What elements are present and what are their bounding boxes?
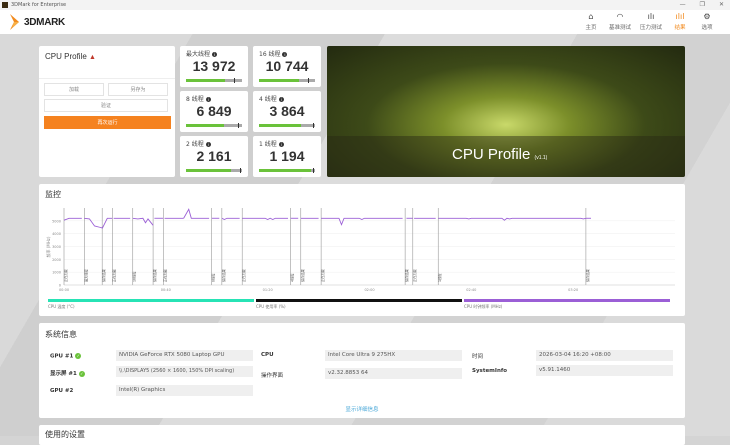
system-info-panel: 系统信息 GPU #1 ✓ NVIDIA GeForce RTX 5080 La…: [39, 323, 685, 418]
x-tick-label: 00:00: [59, 288, 69, 292]
cpu-clock-line: [132, 217, 154, 226]
cpu-clock-line: [63, 217, 82, 221]
systeminfo-value: v5.91.1460: [536, 365, 673, 376]
cpu-clock-line: [438, 217, 587, 221]
cpu-clock-line: [183, 208, 210, 219]
y-tick-label: 1000: [52, 271, 61, 275]
x-tick-label: 01:20: [263, 288, 273, 292]
os-value: v2.32.8853 64: [325, 368, 462, 379]
gpu2-label: GPU #2: [50, 388, 74, 394]
cpu-clock-line: [242, 217, 289, 221]
display-label: 显示屏 #1 ✓: [50, 369, 85, 377]
event-marker-label: 保存结果: [300, 268, 305, 282]
y-tick-label: 5000: [52, 219, 61, 223]
legend-label: CPU 温度 (°C): [48, 304, 75, 309]
cpu-clock-line: [221, 217, 240, 221]
settings-panel: 使用的设置: [39, 425, 685, 445]
legend-label: CPU 时钟频率 (MHz): [464, 304, 503, 309]
check-icon: ✓: [75, 353, 82, 359]
display-label-text: 显示屏 #1: [50, 371, 77, 377]
systeminfo-label: SystemInfo: [472, 368, 508, 374]
system-info-title: 系统信息: [45, 330, 77, 339]
y-tick-label: 3000: [52, 245, 61, 249]
event-marker-label: 16线程: [132, 271, 137, 282]
gpu1-label-text: GPU #1: [50, 353, 74, 360]
gpu1-label: GPU #1 ✓: [50, 353, 82, 360]
event-marker-label: 正在加载: [111, 268, 116, 282]
event-marker-label: 1线程: [437, 273, 442, 282]
gpu2-value: Intel(R) Graphics: [116, 385, 253, 396]
cpu-clock-line: [321, 217, 403, 226]
legend-label: CPU 使用率 (%): [256, 304, 286, 309]
legend-bar[interactable]: [48, 299, 254, 302]
settings-title: 使用的设置: [45, 430, 85, 439]
display-value: \\.\DISPLAY5 (2560 × 1600, 150% DPI scal…: [116, 366, 253, 377]
gpu1-value: NVIDIA GeForce RTX 5080 Laptop GPU: [116, 350, 253, 361]
cpu-label: CPU: [261, 352, 274, 358]
os-label: 操作界面: [261, 373, 284, 379]
y-tick-label: 2000: [52, 258, 61, 262]
x-tick-label: 02:40: [466, 288, 476, 292]
x-tick-label: 00:40: [161, 288, 171, 292]
event-marker-label: 正在加载: [162, 268, 167, 282]
x-tick-label: 02:00: [364, 288, 374, 292]
cpu-clock-line: [101, 217, 113, 229]
y-tick-label: 4000: [52, 232, 61, 236]
cpu-value: Intel Core Ultra 9 275HX: [325, 350, 462, 361]
x-tick-label: 03:20: [568, 288, 578, 292]
legend-bar[interactable]: [256, 299, 462, 302]
event-marker-label: 最大线程: [83, 268, 88, 282]
event-marker-label: 保存结果: [404, 268, 409, 282]
event-marker-label: 正在加载: [63, 268, 68, 282]
event-marker-label: 8线程: [211, 273, 216, 282]
legend-bar[interactable]: [464, 299, 670, 302]
time-label: 时间: [472, 354, 484, 360]
event-marker-label: 保存结果: [152, 268, 157, 282]
show-details-link[interactable]: 显示详细信息: [39, 405, 685, 413]
event-marker-label: 正在加载: [412, 268, 417, 282]
cpu-clock-line: [84, 217, 103, 229]
event-marker-label: 正在加载: [320, 268, 325, 282]
event-marker-label: 保存结果: [101, 268, 106, 282]
check-icon: ✓: [78, 370, 85, 377]
y-axis-label: 频率 (MHz): [45, 236, 51, 257]
event-marker-label: 保存结果: [221, 268, 226, 282]
event-marker-label: 保存结果: [585, 268, 590, 282]
event-marker-label: 4线程: [290, 273, 295, 282]
time-value: 2026-03-04 16:20 +08:00: [536, 350, 673, 361]
event-marker-label: 正在加载: [241, 268, 246, 282]
y-tick-label: 0: [59, 284, 61, 288]
